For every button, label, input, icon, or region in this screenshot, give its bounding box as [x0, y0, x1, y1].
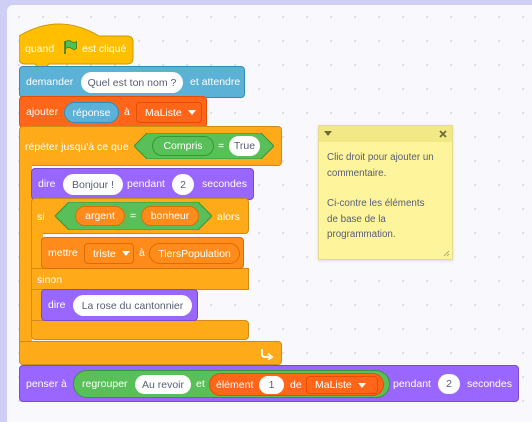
argent-variable-reporter[interactable]: argent: [75, 206, 125, 226]
compris-sensing-reporter[interactable]: Compris: [152, 136, 214, 156]
join-operator[interactable]: regrouper Au revoir et élément 1 de MaLi…: [73, 370, 390, 398]
variable-dropdown[interactable]: triste: [84, 243, 134, 264]
comment-line-3: Ci-contre les éléments: [327, 198, 425, 209]
ask-question-input[interactable]: Quel est ton nom ?: [81, 72, 183, 93]
variable-dropdown-value: triste: [93, 247, 116, 260]
dropdown-caret-icon: [121, 251, 130, 256]
else-label: sinon: [37, 274, 63, 286]
comment-line-4: de base de la: [327, 213, 386, 225]
comment-header[interactable]: [319, 126, 452, 142]
add-label-a: à: [124, 106, 130, 118]
dropdown-caret-icon: [357, 382, 366, 388]
think-pendant-label: pendant: [393, 378, 431, 390]
green-flag-icon: [64, 40, 77, 54]
add-label: ajouter: [26, 106, 59, 118]
item-de-label: de: [290, 379, 302, 391]
comment-line-1: Clic droit pour ajouter un: [327, 152, 434, 163]
close-icon[interactable]: [439, 130, 447, 138]
collapse-icon[interactable]: [324, 131, 332, 137]
comment-line-5: programmation.: [327, 229, 396, 240]
set-label-a: à: [139, 247, 145, 259]
think-seconds-input[interactable]: 2: [438, 374, 460, 394]
think-for-seconds-block[interactable]: penser à regrouper Au revoir et élément …: [19, 365, 519, 402]
else-section: [31, 268, 249, 290]
add-to-list-block[interactable]: ajouter réponse à MaListe: [19, 96, 207, 128]
repeat-label: répéter jusqu'à ce que: [25, 141, 129, 153]
comment-line-2: commentaire.: [327, 167, 387, 179]
list-dropdown-value: MaListe: [145, 106, 182, 119]
equals-sign: =: [218, 140, 225, 152]
set-value-reporter[interactable]: TiersPopulation: [149, 243, 240, 264]
comment-note[interactable]: Clic droit pour ajouter un commentaire. …: [318, 125, 453, 260]
say-secondes-label: secondes: [202, 178, 247, 190]
if-equals-operator[interactable]: argent = bonheur: [55, 202, 212, 230]
dropdown-caret-icon: [187, 110, 196, 115]
item-list-dropdown-value: MaListe: [315, 379, 352, 391]
repeat-footer: [19, 341, 282, 365]
say2-label: dire: [48, 299, 66, 311]
if-footer: [31, 320, 249, 340]
item-list-dropdown[interactable]: MaListe: [306, 376, 378, 394]
resize-icon[interactable]: [442, 249, 450, 257]
join-et-label: et: [196, 378, 205, 390]
item-of-list-reporter[interactable]: élément 1 de MaListe: [209, 373, 384, 396]
think-label: penser à: [26, 378, 67, 390]
say-for-seconds-block[interactable]: dire Bonjour ! pendant 2 secondes: [31, 168, 254, 200]
ask-and-wait-block[interactable]: demander Quel est ton nom ? et attendre: [19, 66, 245, 98]
say-seconds-input[interactable]: 2: [172, 174, 194, 195]
set-variable-block[interactable]: mettre triste à TiersPopulation: [41, 237, 244, 269]
list-dropdown[interactable]: MaListe: [136, 102, 202, 123]
equals-right-input[interactable]: True: [229, 136, 260, 156]
if-label: si: [37, 211, 45, 223]
say-pendant-label: pendant: [127, 178, 165, 190]
say-block[interactable]: dire La rose du cantonnier: [41, 289, 198, 321]
ask-label-after: et attendre: [190, 76, 241, 88]
answer-reporter[interactable]: réponse: [64, 102, 119, 123]
item-index-input[interactable]: 1: [259, 376, 284, 394]
think-secondes-label: secondes: [467, 378, 512, 390]
say2-message-input[interactable]: La rose du cantonnier: [73, 295, 192, 316]
hat-label-quand: quand: [25, 43, 55, 55]
set-label: mettre: [48, 247, 78, 259]
join-label: regrouper: [82, 378, 128, 390]
join-first-input[interactable]: Au revoir: [135, 375, 191, 394]
item-label: élément: [216, 379, 254, 391]
loop-arrow-icon: [261, 349, 274, 360]
say-message-input[interactable]: Bonjour !: [63, 174, 123, 195]
bonheur-variable-reporter[interactable]: bonheur: [141, 206, 199, 226]
ask-label: demander: [26, 76, 74, 88]
equals-operator[interactable]: Compris = True: [134, 133, 274, 159]
if-equals-sign: =: [130, 210, 137, 222]
say-label: dire: [38, 178, 56, 190]
comment-text[interactable]: Clic droit pour ajouter un commentaire. …: [319, 142, 452, 251]
if-alors-label: alors: [217, 211, 240, 223]
hat-label-clicked: est cliqué: [82, 43, 127, 55]
